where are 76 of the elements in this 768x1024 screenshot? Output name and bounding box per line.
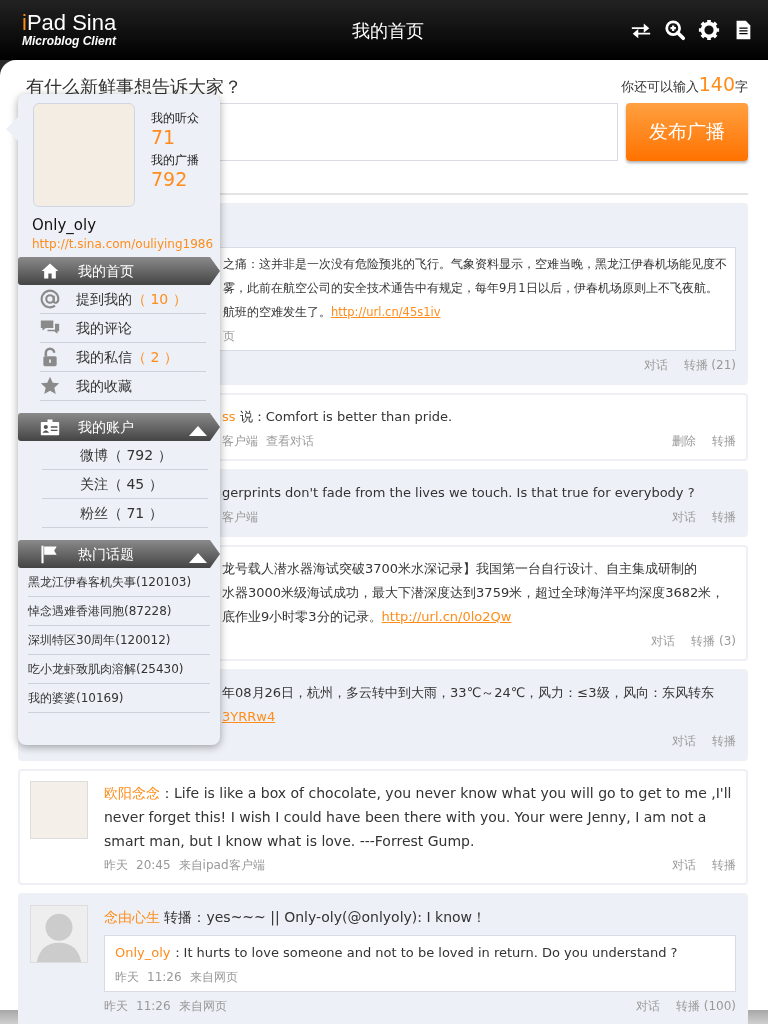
post-text: 底作业9小时零3分的记录。http://url.cn/0lo2Qw [222,607,513,626]
post-meta: 20:45 [136,856,171,874]
action-link[interactable]: 转播 (21) [683,354,736,375]
post-text: 念由心生 转播：yes~~~ || Only-oly(@onlyoly): I know！ [104,908,487,925]
list-item[interactable]: 粉丝（ 71 ） [42,499,208,528]
section-header[interactable]: 热门话题 [18,540,220,568]
menu-item[interactable]: 提到我的（ 10 ） [40,285,206,314]
post-meta: 来自网页 [189,968,238,986]
list-item[interactable]: 吃小龙虾致肌肉溶解(25430) [28,655,210,684]
post-text: 年08月26日，杭州，多云转中到大雨，33℃～24℃，风力：≤3级，风向：东风转东 [222,683,715,702]
post-text: gerprints don't fade from the lives we touch. Is that true for everybody ? [222,483,696,502]
stat-value: 792 [151,168,189,190]
stat-value: 71 [151,126,177,148]
settings-icon[interactable] [698,19,720,41]
logo-subtitle: Microblog Client [22,34,118,48]
post-text: 航班的空难发生了。http://url.cn/45s1iv [223,303,442,321]
post-text: Only_oly：It hurts to love someone and not to be loved in return. Do you understand ? [115,944,678,960]
action-link[interactable]: 对话 [651,630,676,651]
action-link[interactable]: 转播 (3) [691,630,736,651]
action-link[interactable]: 对话 [672,854,696,875]
post-meta: 昨天 [104,997,128,1015]
menu-item[interactable]: 我的评论 [40,314,206,343]
post-meta: 11:26 [136,997,171,1015]
post-meta: 昨天 [104,856,128,874]
default-avatar [30,904,88,963]
star-icon [40,376,60,396]
post-meta: 昨天 [115,968,139,986]
action-link[interactable]: 对话 [672,730,696,751]
avatar-placeholder [30,780,88,839]
action-link[interactable]: 转播 [712,854,736,875]
link[interactable]: http://url.cn/45s1iv [331,304,441,319]
list-item[interactable]: 关注（ 45 ） [42,470,208,499]
post-text: 欧阳念念：Life is like a box of chocolate, you never know what you will go to get to me ,I'll never forget this! I wish I could have been there with you. Your were Jenny, I am not a smart man, but I know what is love. ---Forrest Gump. [104,784,732,849]
page-title: 我的首页 [352,18,424,43]
post-text: 龙号载人潜水器海试突破3700米水深记录】我国第一台自行设计、自主集成研制的 [222,559,699,578]
post-text: 之痛：这并非是一次没有危险预兆的飞行。气象资料显示，空难当晚，黑龙江伊春机场能见度不 [223,255,725,273]
stat-label: 我的广播 [151,152,199,168]
action-link[interactable]: 转播 (100) [675,995,736,1016]
action-link[interactable]: 删除 [672,430,696,451]
logo-text: iPad Sina [22,12,118,34]
menu-item[interactable]: 我的私信（ 2 ） [40,343,206,372]
action-link[interactable]: 转播 [712,730,736,751]
profile-link[interactable]: http://t.sina.com/ouliying1986 [18,235,220,253]
link[interactable]: http://url.cn/0lo2Qw [381,608,512,624]
post-meta: 页 [223,327,235,345]
at-sign-icon [40,289,60,309]
action-link[interactable]: 对话 [672,506,696,527]
padlock-icon [40,347,60,367]
section-header[interactable]: 我的账户 [18,413,220,441]
post-meta: 客户端 [222,508,258,526]
list-item[interactable]: 悼念遇难香港同胞(87228) [28,597,210,626]
publish-button[interactable]: 发布广播 [626,102,748,161]
action-link[interactable]: 转播 [712,430,736,451]
zoom-in-icon[interactable] [664,19,686,41]
menu-item[interactable]: 我的首页 [18,257,220,285]
id-card-icon [40,417,60,437]
action-link[interactable]: 转播 [712,506,736,527]
character-counter: 你还可以输入140字 [620,72,748,97]
username: Only_oly [31,215,98,235]
list-item[interactable]: 深圳特区30周年(120012) [28,626,210,655]
list-item[interactable]: 我的婆婆(10169) [28,684,210,713]
link[interactable]: 3YRRw4 [222,704,736,729]
post-text: 水器3000米级海试成功，最大下潜深度达到3759米，超过全球海洋平均深度3682米， [222,583,726,602]
post-text: 雾，此前在航空公司的安全技术通告中有规定，每年9月1日以后，伊春机场原则上不飞夜航。 [223,279,719,297]
list-item[interactable]: 微博（ 792 ） [42,441,208,470]
stat-label: 我的听众 [151,110,199,126]
post-meta: 11:26 [147,968,182,986]
post-text: ss 说：Comfort is better than pride. [222,407,454,426]
post-meta: 来自网页 [178,997,227,1015]
action-link[interactable]: 对话 [643,354,668,375]
action-link[interactable]: 对话 [635,995,660,1016]
home-icon [40,261,60,281]
post-meta: 来自ipad客户端 [178,856,265,874]
menu-item[interactable]: 我的收藏 [40,372,206,401]
list-item[interactable]: 黑龙江伊春客机失事(120103) [28,568,210,597]
post-meta: 客户端 [222,432,258,450]
